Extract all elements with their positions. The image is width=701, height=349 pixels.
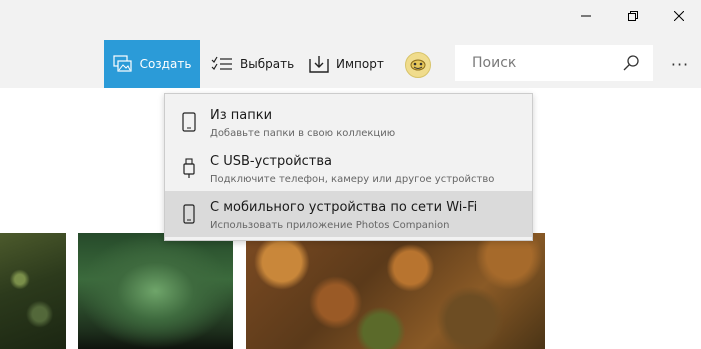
- more-options-icon: ···: [670, 54, 690, 74]
- checklist-icon: [211, 56, 233, 72]
- import-button[interactable]: Импорт: [309, 40, 384, 88]
- menu-item-from-usb[interactable]: С USB-устройства Подключите телефон, кам…: [165, 145, 532, 191]
- import-dropdown-menu: Из папки Добавьте папки в свою коллекцию…: [164, 93, 533, 241]
- menu-item-title: С USB-устройства: [210, 154, 333, 169]
- select-button[interactable]: Выбрать: [211, 40, 294, 88]
- menu-item-title: С мобильного устройства по сети Wi-Fi: [210, 200, 478, 215]
- tablet-icon: [181, 111, 197, 133]
- more-options-button[interactable]: ···: [667, 52, 693, 76]
- menu-item-subtitle: Добавьте папки в свою коллекцию: [210, 128, 396, 139]
- usb-icon: [181, 157, 197, 179]
- photo-thumbnail[interactable]: [78, 233, 233, 349]
- command-bar: Создать Выбрать Импорт Поиск ···: [0, 0, 701, 88]
- import-icon: [309, 55, 329, 73]
- create-button-label: Создать: [139, 57, 192, 71]
- search-input[interactable]: [470, 54, 624, 72]
- menu-item-from-folder[interactable]: Из папки Добавьте папки в свою коллекцию: [165, 99, 532, 145]
- create-album-icon: [112, 55, 133, 73]
- restore-button[interactable]: [610, 0, 656, 32]
- import-button-label: Импорт: [336, 57, 384, 71]
- menu-item-title: Из папки: [210, 108, 273, 123]
- restore-icon: [628, 11, 638, 21]
- close-icon: [674, 11, 684, 21]
- menu-item-subtitle: Подключите телефон, камеру или другое ус…: [210, 174, 495, 185]
- minimize-button[interactable]: [563, 0, 609, 32]
- avatar-icon: [410, 59, 426, 71]
- search-icon[interactable]: [623, 55, 639, 75]
- select-button-label: Выбрать: [240, 57, 295, 71]
- menu-item-from-mobile-wifi[interactable]: С мобильного устройства по сети Wi-Fi Ис…: [165, 191, 532, 237]
- account-avatar[interactable]: [405, 52, 431, 78]
- create-button[interactable]: Создать: [104, 40, 200, 88]
- photo-thumbnail[interactable]: [0, 233, 66, 349]
- search-box[interactable]: [455, 45, 653, 81]
- photos-app: Создать Выбрать Импорт Поиск ··· Из папк…: [0, 0, 701, 349]
- photo-thumbnail[interactable]: [246, 233, 545, 349]
- menu-item-subtitle: Использовать приложение Photos Companion: [210, 220, 450, 231]
- phone-icon: [181, 203, 197, 225]
- close-button[interactable]: [656, 0, 701, 32]
- minimize-icon: [581, 15, 591, 17]
